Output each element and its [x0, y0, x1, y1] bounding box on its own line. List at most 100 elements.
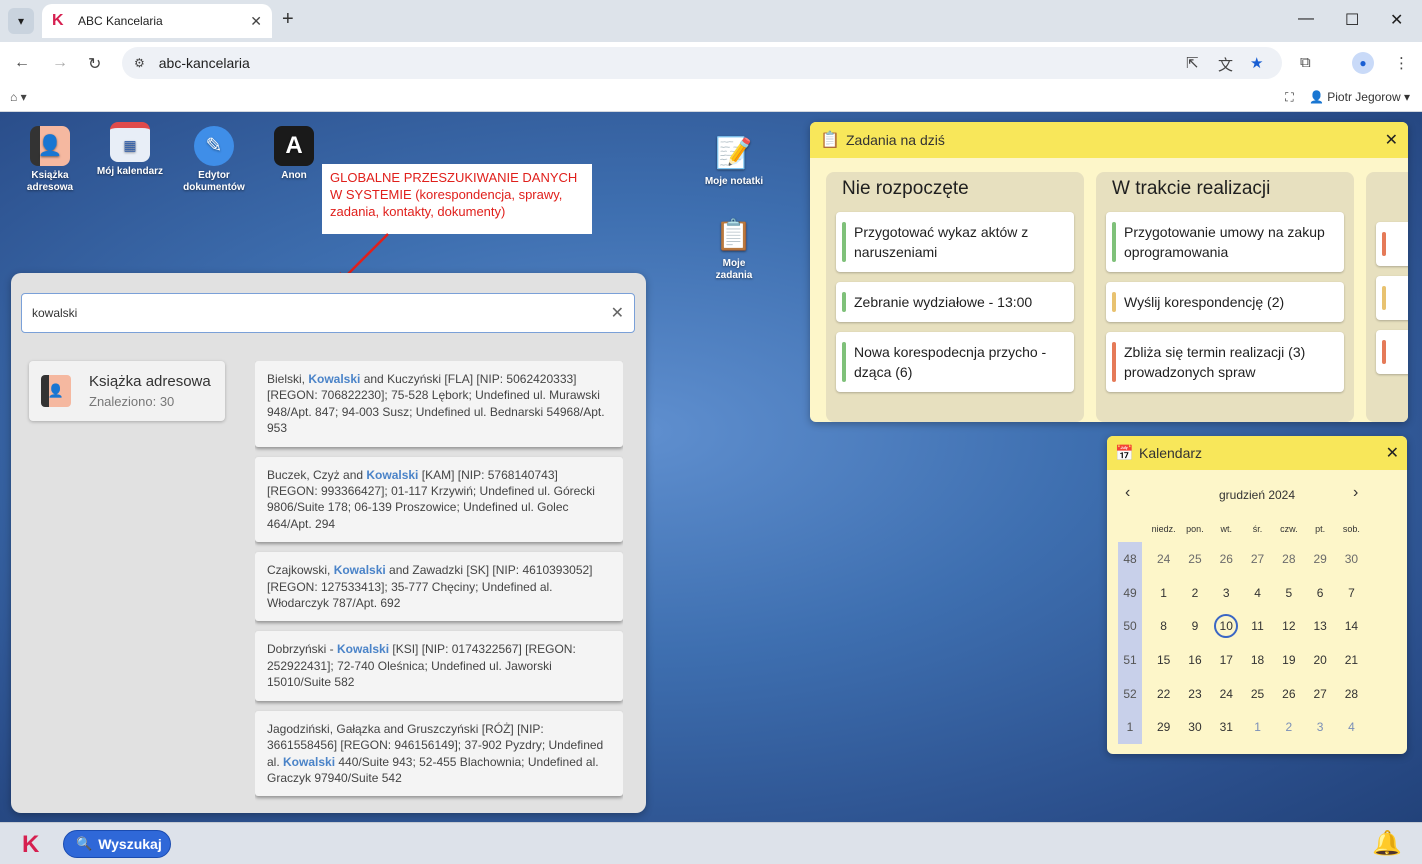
calendar-day[interactable]: 25	[1179, 542, 1210, 576]
calendar-day[interactable]: 2	[1273, 710, 1304, 744]
search-result[interactable]: Bielski, Kowalski and Kuczyński [FLA] [N…	[255, 361, 623, 447]
calendar-day[interactable]: 3	[1211, 576, 1242, 610]
new-tab-plus-icon[interactable]: +	[282, 8, 294, 31]
calendar-grid: niedz. pon. wt. śr. czw. pt. sob. 48 24 25…	[1118, 516, 1367, 745]
calendar-day[interactable]: 4	[1336, 710, 1367, 744]
task-card[interactable]	[1376, 276, 1408, 320]
task-card[interactable]: Zbliża się termin realizacji (3) prowadz…	[1106, 332, 1344, 392]
forward-arrow-icon[interactable]: →	[52, 54, 68, 72]
search-result[interactable]: Jagodziński, Gałązka and Gruszczyński [R…	[255, 710, 623, 797]
search-result[interactable]: Buczek, Czyż and Kowalski [KAM] [NIP: 57…	[255, 456, 623, 543]
calendar-day[interactable]: 1	[1242, 710, 1273, 744]
desktop-icon-anon[interactable]: A Anon	[256, 126, 332, 182]
bookmark-star-icon[interactable]: ★	[1250, 54, 1263, 72]
calendar-day[interactable]: 21	[1336, 643, 1367, 677]
calendar-day[interactable]: 12	[1273, 609, 1304, 643]
annotation-callout: GLOBALNE PRZESZUKIWANIE DANYCH W SYSTEMI…	[322, 164, 592, 234]
task-card[interactable]: Przygotować wykaz aktów z naruszeniami	[836, 212, 1074, 272]
weekday-label: niedz.	[1151, 524, 1176, 534]
calendar-week-row: 52 22 23 24 25 26 27 28	[1118, 676, 1367, 711]
task-card[interactable]: Przygotowanie umowy na zakup oprogramowa…	[1106, 212, 1344, 272]
browser-tab[interactable]: K ABC Kancelaria ✕	[42, 4, 272, 38]
tab-list-chevron-icon[interactable]: ▾	[8, 8, 34, 34]
translate-icon[interactable]: 文	[1218, 54, 1233, 75]
close-tab-icon[interactable]: ✕	[250, 13, 262, 30]
calendar-day[interactable]: 29	[1148, 710, 1179, 744]
calendar-day[interactable]: 25	[1242, 677, 1273, 711]
calendar-day[interactable]: 3	[1304, 710, 1335, 744]
address-bar[interactable]: ⚙ abc-kancelaria	[122, 47, 1282, 79]
calendar-day[interactable]: 1	[1148, 576, 1179, 610]
search-button-label: Wyszukaj	[98, 836, 162, 852]
back-arrow-icon[interactable]: ←	[14, 54, 30, 72]
calendar-day[interactable]: 26	[1211, 542, 1242, 576]
task-card[interactable]	[1376, 330, 1408, 374]
search-result[interactable]: Czajkowski, Kowalski and Zawadzki [SK] […	[255, 552, 623, 622]
calendar-day[interactable]: 30	[1179, 710, 1210, 744]
calendar-day[interactable]: 5	[1273, 576, 1304, 610]
calendar-day[interactable]: 14	[1336, 609, 1367, 643]
calendar-day[interactable]: 27	[1242, 542, 1273, 576]
close-window-icon[interactable]: ✕	[1390, 10, 1403, 30]
calendar-day[interactable]: 27	[1304, 677, 1335, 711]
desktop-icon-address-book[interactable]: 👤 Książka adresowa	[12, 126, 88, 194]
calendar-day[interactable]: 9	[1179, 609, 1210, 643]
calendar-day[interactable]: 31	[1211, 710, 1242, 744]
calendar-day[interactable]: 11	[1242, 609, 1273, 643]
close-widget-icon[interactable]: ✕	[1385, 130, 1398, 150]
calendar-day[interactable]: 17	[1211, 643, 1242, 677]
desktop-icon-notes[interactable]: 📝 Moje notatki	[704, 134, 764, 188]
search-button[interactable]: 🔍 Wyszukaj	[63, 830, 171, 858]
profile-avatar-icon[interactable]: ●	[1352, 52, 1374, 74]
calendar-day[interactable]: 15	[1148, 643, 1179, 677]
desktop-icon-label: Mój kalendarz	[96, 166, 164, 177]
calendar-day[interactable]: 24	[1148, 542, 1179, 576]
calendar-day[interactable]: 22	[1148, 677, 1179, 711]
calendar-day[interactable]: 26	[1273, 677, 1304, 711]
app-logo-icon[interactable]: K	[22, 831, 39, 859]
home-icon[interactable]: ⌂ ▾	[10, 90, 27, 104]
calendar-day[interactable]: 18	[1242, 643, 1273, 677]
calendar-day[interactable]: 8	[1148, 609, 1179, 643]
calendar-day[interactable]: 2	[1179, 576, 1210, 610]
fullscreen-icon[interactable]: ⛶	[1285, 90, 1293, 104]
calendar-day[interactable]: 19	[1273, 643, 1304, 677]
calendar-day[interactable]: 23	[1179, 677, 1210, 711]
close-widget-icon[interactable]: ✕	[1386, 443, 1399, 463]
profile-menu[interactable]: ⛶ 👤 Piotr Jegorow ▾	[1285, 90, 1410, 105]
open-in-app-icon[interactable]: ⇱	[1186, 54, 1199, 72]
calendar-day[interactable]: 20	[1304, 643, 1335, 677]
calendar-day[interactable]: 13	[1304, 609, 1335, 643]
minimize-icon[interactable]: —	[1298, 10, 1314, 28]
calendar-day-today[interactable]: 10	[1211, 609, 1242, 643]
task-text: Zebranie wydziałowe - 13:00	[854, 294, 1033, 310]
desktop-icon-tasks[interactable]: 📋 Moje zadania	[704, 216, 764, 282]
calendar-day[interactable]: 16	[1179, 643, 1210, 677]
task-card[interactable]: Nowa korespodecnja przycho - dząca (6)	[836, 332, 1074, 392]
task-card[interactable]: Zebranie wydziałowe - 13:00	[836, 282, 1074, 322]
calendar-day[interactable]: 28	[1336, 677, 1367, 711]
calendar-month: grudzień 2024	[1218, 488, 1296, 502]
site-info-icon[interactable]: ⚙	[134, 56, 145, 70]
calendar-day[interactable]: 30	[1336, 542, 1367, 576]
calendar-day[interactable]: 7	[1336, 576, 1367, 610]
notification-bell-icon[interactable]: 🔔	[1372, 829, 1402, 858]
desktop-icon-document-editor[interactable]: ✎ Edytor dokumentów	[176, 126, 252, 194]
calendar-day[interactable]: 6	[1304, 576, 1335, 610]
calendar-day[interactable]: 29	[1304, 542, 1335, 576]
desktop-icon-label: Książka adresowa	[26, 170, 74, 193]
calendar-day[interactable]: 24	[1211, 677, 1242, 711]
maximize-icon[interactable]: ☐	[1345, 10, 1359, 30]
task-card[interactable]	[1376, 222, 1408, 266]
extensions-puzzle-icon[interactable]: ⧉	[1300, 54, 1311, 71]
search-result[interactable]: Dobrzyński - Kowalski [KSI] [NIP: 017432…	[255, 631, 623, 701]
task-card[interactable]: Wyślij korespondencję (2)	[1106, 282, 1344, 322]
browser-menu-icon[interactable]: ⋮	[1394, 54, 1409, 72]
reload-icon[interactable]: ↻	[88, 54, 101, 74]
global-search-input[interactable]: kowalski ✕	[21, 293, 635, 333]
clear-search-icon[interactable]: ✕	[611, 303, 624, 323]
desktop-icon-calendar[interactable]: ▦ Mój kalendarz	[92, 122, 168, 178]
search-category-address-book[interactable]: 👤 Książka adresowa Znaleziono: 30	[29, 361, 225, 421]
calendar-day[interactable]: 4	[1242, 576, 1273, 610]
calendar-day[interactable]: 28	[1273, 542, 1304, 576]
